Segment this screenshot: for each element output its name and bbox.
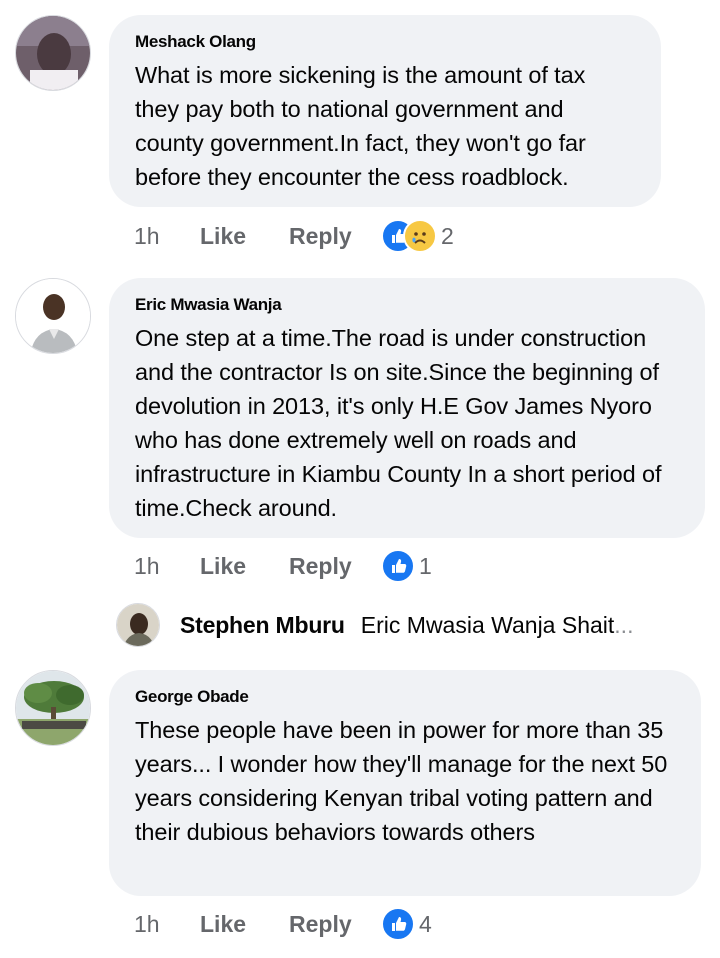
avatar[interactable] — [116, 603, 160, 647]
comment-time[interactable]: 1h — [134, 911, 200, 938]
reply-button[interactable]: Reply — [289, 911, 381, 938]
reply-author[interactable]: Stephen Mburu — [180, 612, 345, 639]
like-button[interactable]: Like — [200, 553, 289, 580]
like-icon — [381, 907, 415, 941]
avatar[interactable] — [15, 670, 91, 746]
reaction-count: 1 — [419, 552, 432, 579]
comment-time[interactable]: 1h — [134, 223, 200, 250]
comment-author[interactable]: Eric Mwasia Wanja — [135, 295, 679, 315]
like-icon — [381, 549, 415, 583]
like-button[interactable]: Like — [200, 223, 289, 250]
reaction-count: 2 — [441, 222, 454, 249]
comment-time[interactable]: 1h — [134, 553, 200, 580]
avatar[interactable] — [15, 15, 91, 91]
comment-actions: 1h Like Reply 2 — [134, 218, 454, 254]
comment-author[interactable]: George Obade — [135, 687, 675, 707]
avatar-photo-icon — [16, 16, 90, 90]
comment-text: These people have been in power for more… — [135, 717, 668, 845]
avatar[interactable] — [15, 278, 91, 354]
comment-author[interactable]: Meshack Olang — [135, 32, 635, 52]
comment-text: One step at a time.The road is under con… — [135, 325, 662, 521]
comment-text: What is more sickening is the amount of … — [135, 62, 586, 190]
comments-thread: Meshack Olang What is more sickening is … — [0, 0, 720, 958]
comment-actions: 1h Like Reply 1 — [134, 548, 432, 584]
reaction-summary[interactable]: 2 — [381, 219, 454, 253]
comment-actions: 1h Like Reply 4 — [134, 906, 432, 942]
sad-icon — [403, 219, 437, 253]
avatar-photo-icon — [16, 671, 90, 745]
like-button[interactable]: Like — [200, 911, 289, 938]
reply-ellipsis: ... — [614, 611, 634, 638]
reply-button[interactable]: Reply — [289, 553, 381, 580]
reply-preview[interactable]: Stephen Mburu Eric Mwasia Wanja Shait ..… — [116, 600, 696, 650]
reaction-summary[interactable]: 4 — [381, 907, 432, 941]
avatar-photo-icon — [117, 604, 159, 646]
comment-bubble: George Obade These people have been in p… — [109, 670, 701, 896]
comment-bubble: Meshack Olang What is more sickening is … — [109, 15, 661, 207]
avatar-photo-icon — [16, 279, 90, 353]
comment-bubble: Eric Mwasia Wanja One step at a time.The… — [109, 278, 705, 538]
reply-snippet: Eric Mwasia Wanja Shait — [360, 611, 615, 638]
reaction-count: 4 — [419, 910, 432, 937]
reply-button[interactable]: Reply — [289, 223, 381, 250]
reaction-summary[interactable]: 1 — [381, 549, 432, 583]
